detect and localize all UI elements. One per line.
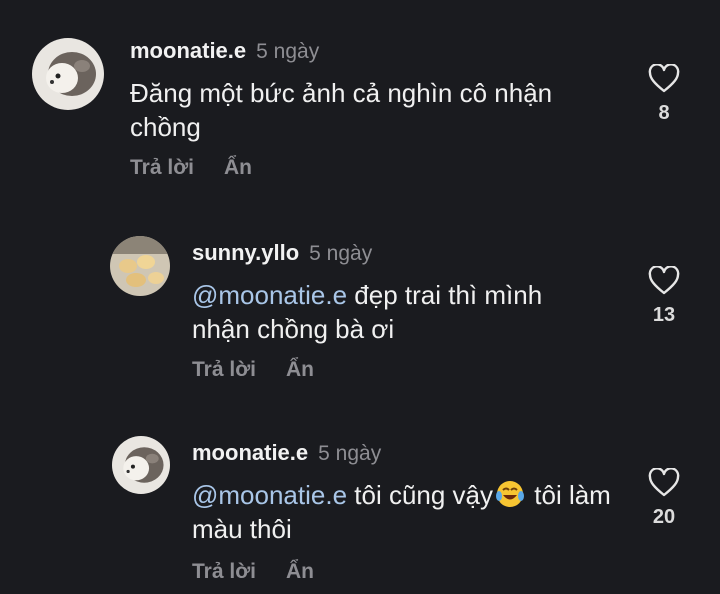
hedgehog-avatar-icon (112, 436, 170, 494)
laughing-tears-emoji-icon (496, 481, 525, 507)
hide-button[interactable]: Ẩn (286, 560, 314, 583)
reply-button[interactable]: Trả lời (192, 560, 256, 583)
like-count: 20 (652, 506, 676, 528)
timestamp: 5 ngày (318, 442, 382, 465)
reply-comment: moonatie.e 5 ngày @moonatie.e tôi cũng vậ… (0, 0, 720, 594)
comment-text: @moonatie.e tôi cũng vậy tôi làm màu thô… (192, 478, 612, 546)
comment-header: moonatie.e 5 ngày (192, 440, 381, 466)
comment-actions: Trả lời Ẩn (192, 560, 344, 584)
like-control: 20 (634, 468, 694, 529)
avatar[interactable] (112, 436, 170, 494)
username[interactable]: moonatie.e (192, 440, 308, 465)
mention-link[interactable]: @moonatie.e (192, 480, 347, 510)
heart-icon[interactable] (648, 468, 680, 498)
comment-body: tôi cũng vậy (347, 480, 494, 510)
